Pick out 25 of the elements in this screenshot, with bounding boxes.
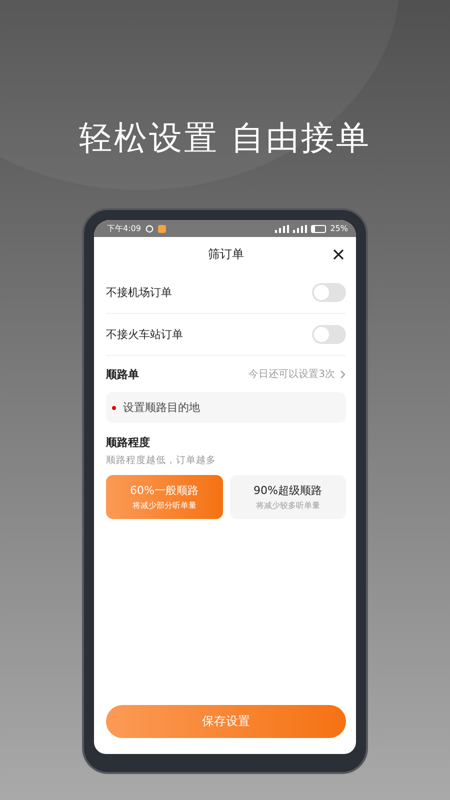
alarm-icon [144, 224, 154, 233]
destination-placeholder: 设置顺路目的地 [123, 400, 200, 415]
save-button[interactable]: 保存设置 [106, 705, 346, 738]
signal-icon [275, 224, 290, 232]
sheet-title: 筛订单 [208, 246, 244, 263]
signal-icon [293, 224, 308, 232]
dot-icon [112, 406, 116, 410]
battery-icon [311, 224, 326, 232]
destination-field[interactable]: 设置顺路目的地 [106, 392, 346, 423]
section-title: 顺路单 [106, 366, 139, 382]
status-time: 下午4:09 [107, 223, 141, 234]
section-subtitle: 顺路程度越低，订单越多 [106, 454, 217, 467]
chevron-right-icon[interactable] [340, 370, 346, 378]
toggle-switch[interactable] [312, 325, 346, 344]
section-title: 顺路程度 [106, 435, 151, 450]
route-hint-link[interactable]: 今日还可以设置3次 [248, 367, 335, 381]
app-icon [158, 224, 166, 232]
degree-option[interactable]: 90%超级顺路 将减少较多听单量 [230, 475, 346, 519]
toggle-label: 不接火车站订单 [106, 327, 183, 342]
degree-option[interactable]: 60%一般顺路 将减少部分听单量 [106, 475, 222, 519]
toggle-label: 不接机场订单 [106, 285, 172, 300]
battery-percent: 25% [330, 224, 348, 233]
headline: 轻松设置 自由接单 [78, 118, 372, 158]
toggle-switch[interactable] [312, 283, 346, 302]
close-icon[interactable] [333, 249, 344, 260]
